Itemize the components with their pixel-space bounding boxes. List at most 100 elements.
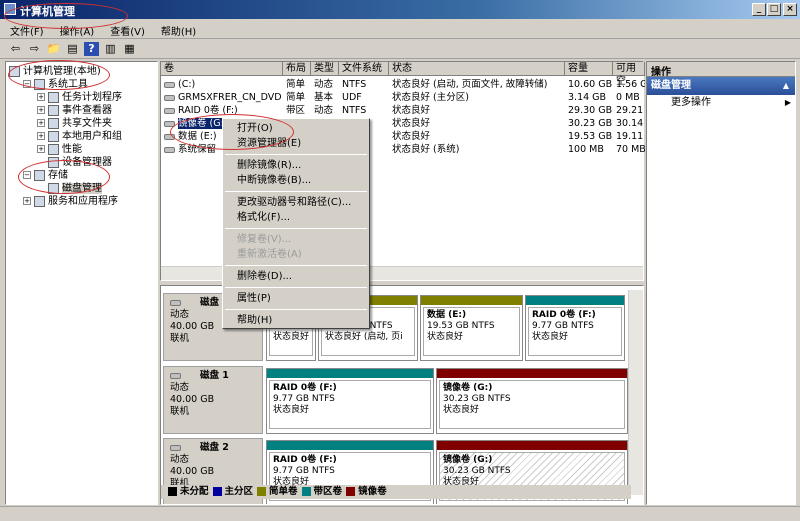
tree-item[interactable]: − 存储: [9, 169, 154, 182]
table-cell[interactable]: 状态良好: [392, 104, 565, 117]
collapse-icon[interactable]: −: [23, 80, 31, 88]
cell-text: 1.56 G: [616, 79, 645, 90]
column-header[interactable]: 卷: [161, 62, 283, 76]
table-cell[interactable]: 动态: [314, 78, 339, 91]
column-header[interactable]: 类型: [311, 62, 339, 76]
table-cell[interactable]: 0 MB: [616, 91, 645, 104]
table-cell[interactable]: (C:): [164, 78, 283, 91]
tree-item-label: 服务和应用程序: [48, 196, 118, 207]
table-cell[interactable]: 10.60 GB: [568, 78, 613, 91]
tree-item[interactable]: 设备管理器: [9, 156, 154, 169]
table-cell[interactable]: 简单: [286, 91, 311, 104]
context-menu-item[interactable]: 打开(O): [223, 121, 369, 136]
submenu-arrow-icon: ▶: [784, 98, 791, 107]
menu-2[interactable]: 查看(V): [110, 27, 145, 38]
context-menu-item[interactable]: 格式化(F)...: [223, 210, 369, 225]
menu-1[interactable]: 操作(A): [60, 27, 95, 38]
table-cell[interactable]: RAID 0卷 (F:): [164, 104, 283, 117]
column-header[interactable]: 可用空: [613, 62, 645, 87]
menu-3[interactable]: 帮助(H): [161, 27, 196, 38]
table-cell[interactable]: NTFS: [342, 78, 389, 91]
expand-icon[interactable]: +: [37, 93, 45, 101]
partition[interactable]: RAID 0卷 (F:) 9.77 GB NTFS 状态良好: [266, 368, 434, 434]
tree-item[interactable]: + 任务计划程序: [9, 91, 154, 104]
partition[interactable]: RAID 0卷 (F:) 9.77 GB NTFS 状态良好: [525, 295, 625, 361]
tree-item[interactable]: + 性能: [9, 143, 154, 156]
table-cell[interactable]: 状态良好 (启动, 页面文件, 故障转储): [392, 78, 565, 91]
table-cell[interactable]: 100 MB: [568, 143, 613, 156]
back-icon[interactable]: ⇦: [8, 42, 23, 56]
expand-icon[interactable]: +: [37, 132, 45, 140]
expand-icon[interactable]: +: [37, 106, 45, 114]
table-cell[interactable]: 19.11: [616, 130, 645, 143]
show-hide-tree-icon[interactable]: ▤: [65, 42, 80, 56]
properties-icon[interactable]: ▦: [122, 42, 137, 56]
minimize-button[interactable]: _: [752, 3, 766, 16]
table-cell[interactable]: GRMSXFRER_CN_DVD (D:): [164, 91, 283, 104]
close-button[interactable]: ×: [783, 3, 797, 16]
help-icon[interactable]: ?: [84, 42, 99, 56]
column-header[interactable]: 状态: [389, 62, 565, 76]
expand-icon[interactable]: +: [23, 197, 31, 205]
partition[interactable]: 数据 (E:) 19.53 GB NTFS 状态良好: [420, 295, 523, 361]
expand-icon[interactable]: +: [37, 145, 45, 153]
column-header[interactable]: 文件系统: [339, 62, 389, 76]
expand-icon[interactable]: +: [37, 119, 45, 127]
tree-item[interactable]: + 事件查看器: [9, 104, 154, 117]
column-header[interactable]: 布局: [283, 62, 311, 76]
tree-item[interactable]: + 服务和应用程序: [9, 195, 154, 208]
tree-item[interactable]: − 系统工具: [9, 78, 154, 91]
table-cell[interactable]: 状态良好 (主分区): [392, 91, 565, 104]
tree-node-icon: [48, 156, 59, 168]
menu-0[interactable]: 文件(F): [10, 27, 44, 38]
cell-text: 状态良好: [392, 118, 431, 129]
disk-size: 40.00 GB: [170, 394, 215, 405]
partition[interactable]: 镜像卷 (G:) 30.23 GB NTFS 状态良好: [436, 368, 628, 434]
table-cell[interactable]: 29.21: [616, 104, 645, 117]
context-menu-item[interactable]: 删除卷(D)...: [223, 269, 369, 284]
maximize-button[interactable]: □: [767, 3, 781, 16]
column-header[interactable]: 容量: [565, 62, 613, 76]
table-cell[interactable]: 29.30 GB: [568, 104, 613, 117]
context-menu-item[interactable]: 删除镜像(R)...: [223, 158, 369, 173]
table-cell[interactable]: UDF: [342, 91, 389, 104]
context-menu-item[interactable]: 中断镜像卷(B)...: [223, 173, 369, 188]
tree-item[interactable]: 磁盘管理: [9, 182, 154, 195]
table-cell[interactable]: 简单: [286, 78, 311, 91]
show-hide-action-icon[interactable]: ▥: [103, 42, 118, 56]
context-menu-item[interactable]: 属性(P): [223, 291, 369, 306]
disk-label[interactable]: 磁盘 1 动态 40.00 GB 联机: [163, 366, 263, 434]
more-actions-item[interactable]: 更多操作 ▶: [647, 95, 795, 111]
computer-management-icon: [4, 3, 16, 15]
table-cell[interactable]: 1.56 G: [616, 78, 645, 91]
table-cell[interactable]: NTFS: [342, 104, 389, 117]
tree-item[interactable]: + 本地用户和组: [9, 130, 154, 143]
table-cell[interactable]: 状态良好: [392, 130, 565, 143]
table-cell[interactable]: 30.23 GB: [568, 117, 613, 130]
table-cell[interactable]: 基本: [314, 91, 339, 104]
up-folder-icon[interactable]: 📁: [46, 42, 61, 56]
context-menu-item[interactable]: 资源管理器(E): [223, 136, 369, 151]
table-cell[interactable]: 状态良好: [392, 117, 565, 130]
table-cell[interactable]: 带区: [286, 104, 311, 117]
table-cell[interactable]: 70 MB: [616, 143, 645, 156]
actions-section-disk-management[interactable]: 磁盘管理 ▲: [647, 77, 795, 95]
table-cell[interactable]: 动态: [314, 104, 339, 117]
context-menu-item[interactable]: 更改驱动器号和路径(C)...: [223, 195, 369, 210]
disk-icon: [170, 373, 181, 379]
toolbar: ⇦ ⇨ 📁 ▤? ▥ ▦: [0, 40, 800, 59]
tree-item[interactable]: 计算机管理(本地): [9, 65, 154, 78]
vertical-scrollbar[interactable]: [628, 290, 643, 495]
table-cell[interactable]: 3.14 GB: [568, 91, 613, 104]
tree-node-icon: [34, 195, 45, 207]
collapse-icon[interactable]: −: [23, 171, 31, 179]
context-menu-item[interactable]: 帮助(H): [223, 313, 369, 328]
table-cell[interactable]: 30.14: [616, 117, 645, 130]
volume-icon: [164, 81, 175, 88]
more-actions-label: 更多操作: [671, 97, 711, 108]
table-cell[interactable]: 状态良好 (系统): [392, 143, 565, 156]
forward-icon[interactable]: ⇨: [27, 42, 42, 56]
tree-item[interactable]: + 共享文件夹: [9, 117, 154, 130]
table-cell[interactable]: 19.53 GB: [568, 130, 613, 143]
tree-node-icon: [48, 130, 59, 142]
